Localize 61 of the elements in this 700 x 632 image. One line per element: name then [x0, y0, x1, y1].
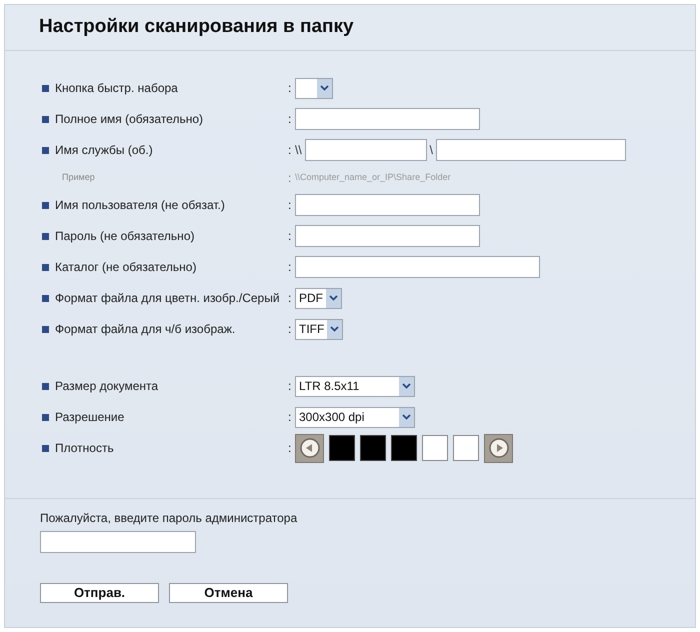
form-button[interactable]: Отправ.	[40, 582, 159, 602]
host-field[interactable]	[304, 139, 427, 161]
form-button[interactable]: Отмена	[169, 582, 288, 602]
bullet-icon	[42, 232, 49, 240]
colon-text: :	[288, 197, 292, 214]
colon-text: :	[288, 290, 292, 307]
bullet-icon	[42, 414, 49, 420]
folder-field[interactable]	[436, 139, 626, 161]
field-label: Имя пользователя (не обязат.)	[55, 198, 225, 212]
example-label: Пример	[61, 170, 95, 184]
text-field[interactable]	[295, 256, 540, 278]
bullet-icon	[42, 294, 49, 302]
text-field[interactable]	[295, 225, 480, 247]
dropdown[interactable]: 300x300 dpi	[295, 406, 415, 428]
caret-icon	[320, 85, 329, 91]
dropdown[interactable]: PDF	[295, 288, 342, 308]
colon-text: :	[288, 228, 292, 245]
admin-password-prompt: Пожалуйста, введите пароль администратора	[40, 510, 298, 526]
colon-text: :	[288, 321, 292, 338]
separator-text: \	[430, 142, 434, 159]
text-field[interactable]	[295, 108, 480, 130]
colon-text: :	[288, 111, 292, 128]
text-field[interactable]	[295, 194, 480, 216]
caret-icon	[402, 414, 411, 420]
dropdown[interactable]: LTR 8.5x11	[295, 376, 415, 396]
bullet-icon	[42, 264, 49, 270]
prefix-text: \\	[295, 142, 302, 159]
bullet-icon	[42, 382, 49, 390]
field-label: Кнопка быстр. набора	[55, 80, 178, 96]
caret-icon	[330, 326, 340, 332]
field-label: Разрешение	[55, 410, 124, 424]
colon-text: :	[288, 170, 292, 186]
dropdown[interactable]	[295, 78, 333, 98]
field-label: Каталог (не обязательно)	[55, 260, 196, 274]
field-label: Пароль (не обязательно)	[55, 228, 194, 244]
bullet-icon	[42, 84, 49, 92]
colon-text: :	[288, 259, 292, 276]
field-label: Имя службы (об.)	[55, 142, 153, 158]
example-path-text: \\Computer_name_or_IP\Share_Folder	[295, 170, 451, 184]
page-title: Настройки сканирования в папку	[39, 15, 355, 39]
bullet-icon	[42, 326, 49, 332]
bullet-icon	[42, 146, 49, 154]
field-label: Полное имя (обязательно)	[55, 112, 204, 126]
dropdown[interactable]: TIFF	[295, 318, 344, 340]
colon-text: :	[288, 142, 292, 159]
colon-text: :	[288, 409, 292, 426]
admin-password-field[interactable]	[40, 530, 196, 552]
bullet-icon	[42, 444, 49, 452]
colon-text: :	[288, 80, 292, 97]
field-label: Размер документа	[55, 378, 158, 394]
colon-text: :	[288, 378, 292, 395]
density-arrow-button[interactable]	[484, 434, 513, 462]
colon-text: :	[288, 440, 292, 457]
bullet-icon	[42, 202, 49, 208]
bullet-icon	[42, 116, 49, 122]
density-arrow-button[interactable]	[295, 434, 324, 462]
caret-icon	[329, 295, 338, 301]
field-label: Плотность	[55, 440, 114, 456]
field-label: Формат файла для цветн. изобр./Серый	[55, 290, 280, 306]
field-label: Формат файла для ч/б изображ.	[55, 322, 236, 336]
caret-icon	[402, 383, 411, 389]
